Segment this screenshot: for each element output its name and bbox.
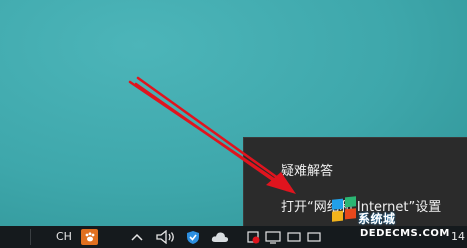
input-language-indicator[interactable]: CH (56, 230, 72, 243)
site-watermark: 系统城 DEDECMS.COM (330, 196, 467, 248)
taskbar-apps-area (0, 226, 43, 248)
cloud-icon[interactable] (210, 229, 230, 245)
watermark-url: DEDECMS.COM (360, 228, 450, 239)
watermark-title: 系统城 (358, 212, 396, 226)
red-arrow-annotation (128, 76, 296, 194)
chevron-up-icon[interactable] (130, 229, 144, 245)
paw-icon[interactable] (81, 229, 98, 245)
taskbar-divider (30, 229, 31, 245)
windows-logo-icon (332, 196, 356, 222)
speaker-icon[interactable] (155, 229, 177, 245)
shield-icon[interactable] (185, 229, 201, 245)
